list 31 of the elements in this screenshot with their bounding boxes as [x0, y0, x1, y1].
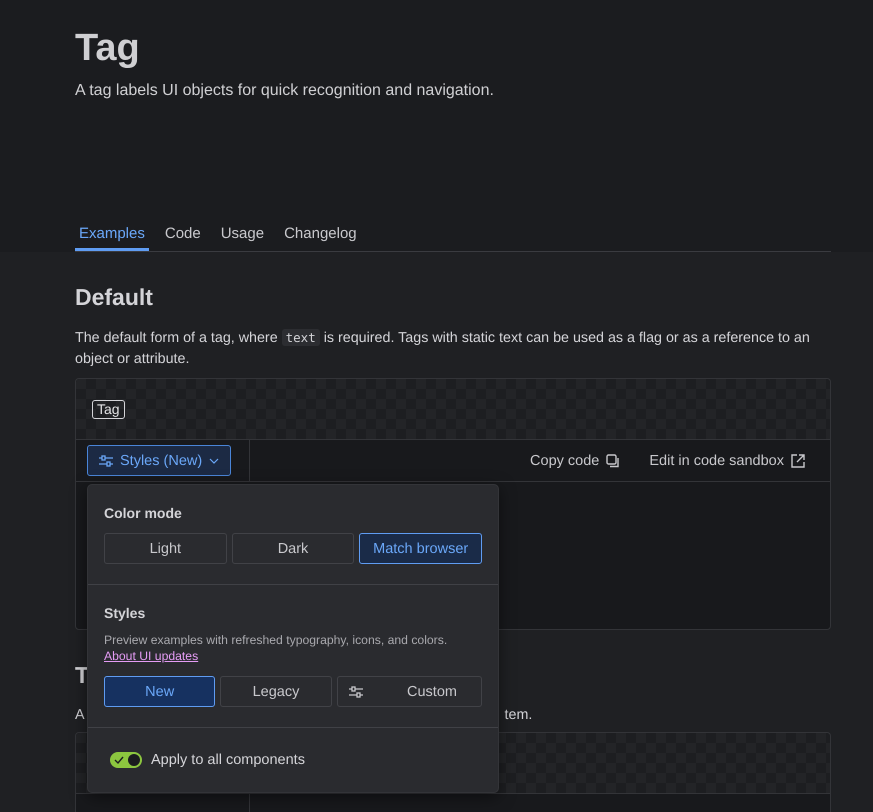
tab[interactable]: Usage — [216, 225, 268, 251]
tag: Tag — [92, 400, 125, 418]
sandbox-link-button[interactable]: Edit in code sandbox — [649, 452, 806, 468]
section-heading: Default — [75, 284, 154, 311]
copy-code-button[interactable]: Copy code — [530, 452, 622, 468]
color-mode-option[interactable]: Light — [104, 533, 227, 564]
style-option[interactable]: New — [104, 676, 216, 707]
section-description: tem. — [504, 707, 532, 723]
page-subtitle: A tag labels UI objects for quick recognition and navigation. — [75, 82, 495, 100]
style-option[interactable]: Legacy — [220, 676, 332, 707]
popover-heading: Color mode — [104, 505, 183, 521]
section-description: The default form of a tag, where text is required. Tags with static text can be used as a flag or as a reference to an object or attribute. — [75, 328, 811, 369]
tab[interactable]: Code — [160, 225, 205, 251]
about-link[interactable]: About UI updates — [104, 649, 198, 663]
page-title: Tag — [75, 26, 141, 70]
popover-description: Preview examples with refreshed typography, icons, and colors. — [104, 633, 448, 647]
color-mode-option[interactable]: Match browser — [359, 533, 482, 564]
color-mode-option[interactable]: Dark — [232, 533, 354, 564]
style-option[interactable]: Custom — [336, 676, 482, 707]
tab[interactable]: Changelog — [280, 225, 361, 251]
styles-dropdown-button[interactable]: Styles (New) — [87, 445, 232, 476]
toggle-label: Apply to all components — [151, 752, 305, 768]
copy-icon — [605, 452, 622, 468]
external-link-icon — [790, 452, 806, 468]
section-description: A — [75, 707, 85, 723]
popover-heading: Styles — [104, 605, 146, 621]
check-icon — [114, 755, 124, 765]
toggle-switch[interactable] — [110, 752, 142, 768]
sliders-icon — [348, 684, 364, 700]
sliders-icon — [98, 452, 114, 468]
tab[interactable]: Examples — [75, 225, 149, 251]
